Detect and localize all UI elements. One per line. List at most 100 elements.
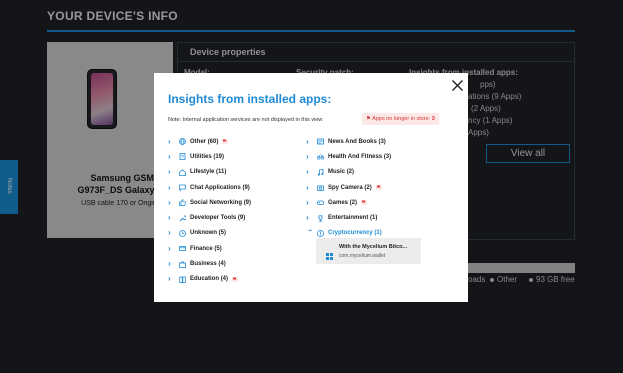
category-row-news-and-books[interactable]: › News And Books (3) [306, 134, 391, 149]
category-label: Music [328, 169, 346, 176]
category-count: (5) [214, 245, 222, 252]
category-count: (3) [378, 138, 386, 145]
category-row-health-and-fitness[interactable]: › Health And Fitness (3) [306, 149, 391, 164]
app-grid-icon [326, 247, 333, 260]
chevron-right-icon[interactable]: › [168, 137, 176, 146]
camera-icon [317, 184, 324, 191]
category-count: (9) [243, 199, 252, 206]
category-count: (1) [374, 230, 382, 237]
store-removed-badge: ⚑ Apps no longer in store: 3 [362, 113, 439, 125]
chevron-right-icon[interactable]: › [306, 168, 314, 176]
chevron-right-icon[interactable]: › [168, 152, 176, 161]
category-count: (2) [349, 199, 358, 206]
category-label: Developer Tools [190, 215, 237, 222]
category-row-chat-applications[interactable]: › Chat Applications (9) [168, 180, 251, 195]
globe-icon [179, 138, 186, 146]
category-count: (4) [218, 261, 226, 268]
chevron-right-icon[interactable]: › [168, 198, 176, 207]
modal-note: Note: Internal application services are … [168, 117, 323, 123]
book-icon [179, 276, 186, 283]
music-icon [317, 168, 324, 176]
category-row-developer-tools[interactable]: › Developer Tools (9) [168, 210, 251, 225]
category-label: Other [190, 138, 207, 145]
store-flag-icon: ⚑ [366, 116, 371, 122]
app-name: With the Mycelium Bitco... [339, 244, 408, 250]
category-label: Business [190, 261, 217, 268]
category-row-games[interactable]: › Games (2) [306, 195, 391, 210]
category-row-utilities[interactable]: › Utilities (19) [168, 149, 251, 164]
category-label: Social Networking [190, 199, 243, 206]
category-label: News And Books [328, 138, 377, 145]
flag-icon [232, 276, 239, 282]
app-package: com.mycelium.wallet [339, 253, 386, 259]
chevron-right-icon[interactable]: › [306, 152, 314, 161]
category-count: (4) [220, 276, 229, 283]
category-row-social-networking[interactable]: › Social Networking (9) [168, 195, 251, 210]
category-count: (19) [213, 153, 225, 160]
chevron-right-icon[interactable]: › [168, 183, 176, 192]
chat-icon [179, 184, 186, 192]
flag-icon [375, 185, 382, 191]
category-count: (9) [237, 215, 246, 222]
clipboard-icon [179, 153, 186, 161]
category-label: Unknown [190, 230, 217, 237]
close-icon[interactable] [451, 79, 464, 92]
category-row-unknown[interactable]: › Unknown (5) [168, 226, 251, 241]
chevron-right-icon[interactable]: › [168, 168, 176, 176]
gamepad-icon [317, 199, 324, 206]
chevron-right-icon[interactable]: › [168, 214, 176, 222]
insights-modal: Insights from installed apps: Note: Inte… [154, 73, 468, 302]
clock-icon [179, 230, 186, 237]
chevron-right-icon[interactable]: › [306, 137, 314, 146]
chevron-right-icon[interactable]: › [168, 244, 176, 253]
thumbs-up-icon [179, 199, 186, 207]
category-row-spy-camera[interactable]: › Spy Camera (2) [306, 180, 391, 195]
category-count: (3) [383, 153, 392, 160]
category-row-finance[interactable]: › Finance (5) [168, 241, 251, 256]
bike-icon [317, 153, 324, 160]
category-list-right: › News And Books (3) › Health And Fitness (… [306, 134, 391, 241]
category-count: (11) [216, 169, 227, 176]
flag-icon [361, 200, 368, 206]
flag-icon [222, 139, 229, 145]
category-row-entertainment[interactable]: › Entertainment (1) [306, 210, 391, 225]
newspaper-icon [317, 138, 324, 145]
category-label: Education [190, 276, 220, 283]
briefcase-icon [179, 261, 186, 268]
wrench-icon [179, 215, 186, 222]
coin-icon [317, 230, 324, 237]
category-label: Finance [190, 245, 213, 252]
category-label: Health And Fitness [328, 153, 383, 160]
category-label: Cryptocurrency [328, 230, 373, 237]
modal-title: Insights from installed apps: [168, 92, 332, 106]
chevron-right-icon[interactable]: › [306, 198, 314, 207]
category-label: Chat Applications [190, 184, 241, 191]
category-row-business[interactable]: › Business (4) [168, 256, 251, 271]
chevron-right-icon[interactable]: › [168, 229, 176, 237]
category-row-other[interactable]: › Other (60) [168, 134, 251, 149]
trophy-icon [317, 215, 324, 222]
category-count: (9) [242, 184, 250, 191]
chevron-right-icon[interactable]: › [306, 214, 314, 222]
chevron-right-icon[interactable]: › [306, 183, 314, 192]
category-label: Spy Camera [328, 184, 363, 191]
home-icon [179, 168, 186, 176]
category-row-education[interactable]: › Education (4) [168, 272, 251, 287]
category-count: (2) [364, 184, 372, 191]
category-label: Utilities [190, 153, 212, 160]
app-card[interactable]: With the Mycelium Bitco... com.mycelium.… [316, 238, 421, 264]
category-count: (1) [370, 215, 378, 222]
category-row-lifestyle[interactable]: › Lifestyle (11) [168, 165, 251, 180]
category-count: (2) [346, 169, 355, 176]
category-label: Entertainment [328, 215, 369, 222]
chevron-right-icon[interactable]: › [306, 229, 315, 237]
category-list-left: › Other (60) › Utilities (19) › Lifestyle (11… [168, 134, 251, 287]
category-label: Lifestyle [190, 169, 215, 176]
category-count: (60) [207, 138, 219, 145]
chevron-right-icon[interactable]: › [168, 275, 176, 283]
category-label: Games [328, 199, 349, 206]
chevron-right-icon[interactable]: › [168, 260, 176, 268]
category-row-music[interactable]: › Music (2) [306, 165, 391, 180]
card-icon [179, 245, 186, 252]
category-count: (5) [218, 230, 227, 237]
